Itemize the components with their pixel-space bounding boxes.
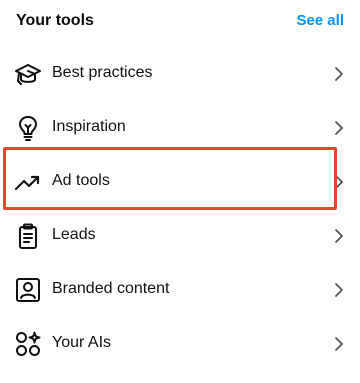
chevron-right-icon xyxy=(332,173,346,191)
chevron-right-icon xyxy=(332,227,346,245)
tool-label: Ad tools xyxy=(52,172,110,189)
ai-sparkle-icon xyxy=(14,330,42,358)
graduation-cap-icon xyxy=(14,60,42,88)
tool-item-inspiration[interactable]: Inspiration xyxy=(0,101,360,155)
tool-item-leads[interactable]: Leads xyxy=(0,209,360,263)
tool-item-ad-tools[interactable]: Ad tools xyxy=(0,155,360,209)
branded-content-icon xyxy=(14,276,42,304)
chevron-right-icon xyxy=(332,119,346,137)
tools-list: Best practices Inspiration Ad tools Lead… xyxy=(0,47,360,371)
tool-label: Branded content xyxy=(52,280,170,297)
tool-item-branded-content[interactable]: Branded content xyxy=(0,263,360,317)
tool-item-your-ais[interactable]: Your AIs xyxy=(0,317,360,371)
see-all-link[interactable]: See all xyxy=(296,12,344,29)
section-title: Your tools xyxy=(16,12,94,29)
chevron-right-icon xyxy=(332,65,346,83)
tool-label: Inspiration xyxy=(52,118,126,135)
tools-header: Your tools See all xyxy=(0,0,360,44)
chevron-right-icon xyxy=(332,281,346,299)
clipboard-icon xyxy=(14,222,42,250)
chevron-right-icon xyxy=(332,335,346,353)
tool-label: Your AIs xyxy=(52,334,112,351)
lightbulb-icon xyxy=(14,114,42,142)
tool-item-best-practices[interactable]: Best practices xyxy=(0,47,360,101)
tool-label: Leads xyxy=(52,226,96,243)
trending-up-icon xyxy=(14,168,42,196)
tool-label: Best practices xyxy=(52,64,153,81)
